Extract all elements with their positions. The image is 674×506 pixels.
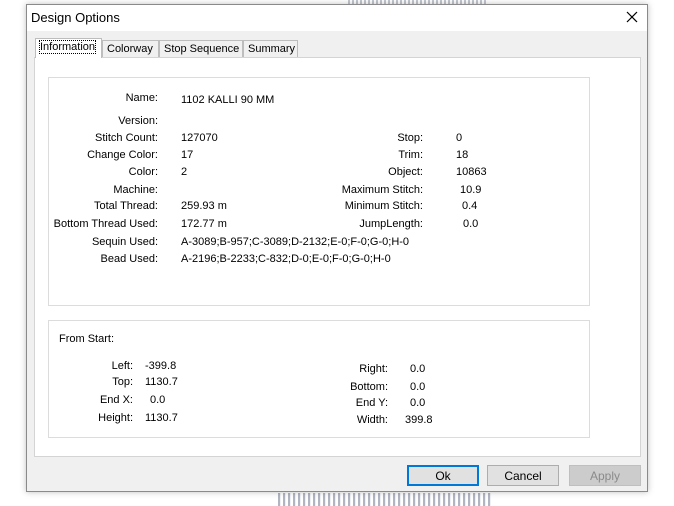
left-value: -399.8 (145, 360, 177, 372)
bottom-thread-label: Bottom Thread Used: (53, 218, 158, 230)
sequin-used-label: Sequin Used: (91, 236, 158, 248)
apply-button[interactable]: Apply (569, 465, 641, 486)
tab-colorway[interactable]: Colorway (102, 40, 159, 57)
top-value: 1130.7 (145, 376, 178, 388)
minimum-stitch-label: Minimum Stitch: (344, 200, 423, 212)
machine-label: Machine: (113, 184, 158, 196)
end-y-value: 0.0 (410, 397, 426, 409)
right-label: Right: (359, 363, 388, 375)
tab-summary-label: Summary (248, 43, 296, 55)
color-value: 2 (181, 166, 188, 178)
stitch-count-label: Stitch Count: (95, 132, 158, 144)
stitch-count-value: 127070 (181, 132, 218, 144)
change-color-value: 17 (181, 149, 194, 161)
tab-stop-sequence-label: Stop Sequence (164, 43, 240, 55)
design-info-group: Name: 1102 KALLI 90 MM Version: Stitch C… (48, 77, 590, 306)
height-value: 1130.7 (145, 412, 178, 424)
name-value: 1102 KALLI 90 MM (181, 94, 275, 106)
color-label: Color: (128, 166, 158, 178)
object-value: 10863 (456, 166, 487, 178)
bottom-thread-value: 172.77 m (181, 218, 227, 230)
end-y-label: End Y: (355, 397, 388, 409)
dialog-title: Design Options (31, 10, 120, 25)
end-x-label: End X: (99, 394, 133, 406)
width-value: 399.8 (405, 414, 433, 426)
stop-label: Stop: (397, 132, 423, 144)
top-label: Top: (112, 376, 133, 388)
background-window-edge-bottom (278, 493, 492, 506)
trim-value: 18 (456, 149, 469, 161)
tab-information[interactable]: Information (35, 38, 102, 58)
jump-length-label: JumpLength: (359, 218, 423, 230)
change-color-label: Change Color: (87, 149, 158, 161)
tab-stop-sequence[interactable]: Stop Sequence (159, 40, 243, 57)
cancel-button[interactable]: Cancel (487, 465, 559, 486)
tab-summary[interactable]: Summary (243, 40, 298, 57)
width-label: Width: (356, 414, 388, 426)
jump-length-value: 0.0 (463, 218, 479, 230)
end-x-value: 0.0 (150, 394, 166, 406)
left-label: Left: (111, 360, 133, 372)
version-label: Version: (118, 115, 158, 127)
right-value: 0.0 (410, 363, 426, 375)
bottom-value: 0.0 (410, 381, 426, 393)
bead-used-label: Bead Used: (100, 253, 158, 265)
tab-information-label: Information (38, 40, 97, 54)
maximum-stitch-value: 10.9 (460, 184, 482, 196)
title-bar[interactable]: Design Options (27, 5, 647, 31)
total-thread-value: 259.93 m (181, 200, 227, 212)
close-icon (626, 11, 638, 23)
design-options-dialog: Design Options Information Colorway Stop… (26, 4, 648, 492)
trim-label: Trim: (398, 149, 423, 161)
from-start-header: From Start: (59, 333, 115, 345)
height-label: Height: (98, 412, 133, 424)
bottom-label: Bottom: (350, 381, 388, 393)
tab-colorway-label: Colorway (107, 43, 153, 55)
maximum-stitch-label: Maximum Stitch: (341, 184, 423, 196)
object-label: Object: (388, 166, 423, 178)
sequin-used-value: A-3089;B-957;C-3089;D-2132;E-0;F-0;G-0;H… (181, 236, 410, 248)
name-label: Name: (125, 92, 158, 104)
stop-value: 0 (456, 132, 463, 144)
ok-button[interactable]: Ok (407, 465, 479, 486)
from-start-group: From Start: Left: -399.8 Top: 1130.7 End… (48, 320, 590, 438)
information-panel: Name: 1102 KALLI 90 MM Version: Stitch C… (34, 57, 641, 457)
bead-used-value: A-2196;B-2233;C-832;D-0;E-0;F-0;G-0;H-0 (181, 253, 391, 265)
minimum-stitch-value: 0.4 (462, 200, 478, 212)
close-button[interactable] (617, 5, 647, 29)
total-thread-label: Total Thread: (93, 200, 158, 212)
